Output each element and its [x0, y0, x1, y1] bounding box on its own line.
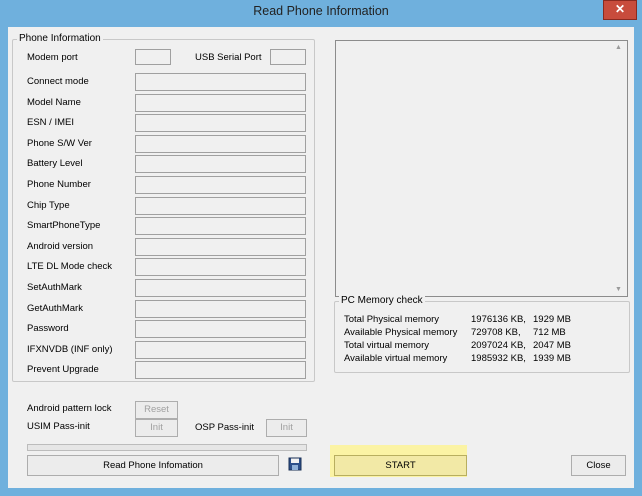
phone-info-label: LTE DL Mode check [27, 261, 113, 272]
phone-info-field[interactable] [135, 300, 306, 318]
phone-info-field[interactable] [135, 258, 306, 276]
phone-information-group: Phone Information Modem port USB Serial … [12, 33, 315, 382]
osp-pass-init-label: OSP Pass-init [195, 422, 254, 433]
phone-info-field[interactable] [135, 197, 306, 215]
memory-label: Total Physical memory [344, 314, 440, 325]
usb-serial-port-field[interactable] [270, 49, 306, 65]
reset-button[interactable]: Reset [135, 401, 178, 419]
floppy-disk-icon[interactable] [288, 457, 302, 471]
osp-init-button[interactable]: Init [266, 419, 307, 437]
phone-info-field[interactable] [135, 114, 306, 132]
memory-mb-value: 712 MB [533, 327, 566, 338]
dialog-body: Phone Information Modem port USB Serial … [8, 27, 634, 488]
phone-info-field[interactable] [135, 238, 306, 256]
progress-bar [27, 444, 307, 451]
phone-info-label: Connect mode [27, 76, 89, 87]
pc-memory-check-group: PC Memory check Total Physical memory 197… [334, 295, 630, 373]
usb-serial-port-label: USB Serial Port [195, 52, 262, 63]
phone-info-label: Prevent Upgrade [27, 364, 99, 375]
phone-info-label: Phone S/W Ver [27, 138, 92, 149]
memory-mb-value: 1939 MB [533, 353, 572, 364]
memory-kb-value: 1976136 KB, [471, 314, 526, 325]
modem-port-label: Modem port [27, 52, 78, 63]
phone-info-field[interactable] [135, 320, 306, 338]
phone-info-field[interactable] [135, 176, 306, 194]
phone-information-legend: Phone Information [17, 33, 103, 44]
vertical-scrollbar[interactable]: ▲ ▼ [612, 42, 626, 295]
memory-label: Total virtual memory [344, 340, 429, 351]
phone-info-label: Model Name [27, 97, 81, 108]
phone-info-field[interactable] [135, 73, 306, 91]
phone-info-label: SetAuthMark [27, 282, 82, 293]
title-bar: Read Phone Information ✕ [0, 0, 642, 24]
pc-memory-check-legend: PC Memory check [339, 295, 425, 306]
phone-info-field[interactable] [135, 155, 306, 173]
phone-info-label: Chip Type [27, 200, 70, 211]
read-phone-information-button[interactable]: Read Phone Infomation [27, 455, 279, 476]
read-phone-information-window: Read Phone Information ✕ Phone Informati… [0, 0, 642, 496]
phone-info-field[interactable] [135, 279, 306, 297]
phone-info-label: Phone Number [27, 179, 91, 190]
phone-info-label: Password [27, 323, 69, 334]
log-output-area[interactable]: ▲ ▼ [335, 40, 628, 297]
memory-kb-value: 729708 KB, [471, 327, 521, 338]
phone-info-label: ESN / IMEI [27, 117, 74, 128]
usim-pass-init-label: USIM Pass-init [27, 421, 90, 432]
memory-label: Available Physical memory [344, 327, 458, 338]
scroll-down-arrow-icon[interactable]: ▼ [615, 286, 623, 294]
modem-port-field[interactable] [135, 49, 171, 65]
memory-label: Available virtual memory [344, 353, 448, 364]
phone-info-field[interactable] [135, 94, 306, 112]
memory-kb-value: 1985932 KB, [471, 353, 526, 364]
phone-info-label: IFXNVDB (INF only) [27, 344, 113, 355]
phone-info-field[interactable] [135, 341, 306, 359]
memory-mb-value: 1929 MB [533, 314, 572, 325]
phone-info-label: SmartPhoneType [27, 220, 101, 231]
phone-info-field[interactable] [135, 361, 306, 379]
memory-mb-value: 2047 MB [533, 340, 572, 351]
phone-info-field[interactable] [135, 217, 306, 235]
window-title: Read Phone Information [253, 4, 389, 18]
phone-info-label: GetAuthMark [27, 303, 83, 314]
start-button[interactable]: START [334, 455, 467, 476]
close-button[interactable]: Close [571, 455, 626, 476]
phone-info-label: Battery Level [27, 158, 83, 169]
phone-info-label: Android version [27, 241, 94, 252]
phone-info-field[interactable] [135, 135, 306, 153]
close-icon[interactable]: ✕ [603, 0, 637, 20]
usim-init-button[interactable]: Init [135, 419, 178, 437]
android-pattern-lock-label: Android pattern lock [27, 403, 112, 414]
scroll-up-arrow-icon[interactable]: ▲ [615, 44, 623, 52]
memory-kb-value: 2097024 KB, [471, 340, 526, 351]
